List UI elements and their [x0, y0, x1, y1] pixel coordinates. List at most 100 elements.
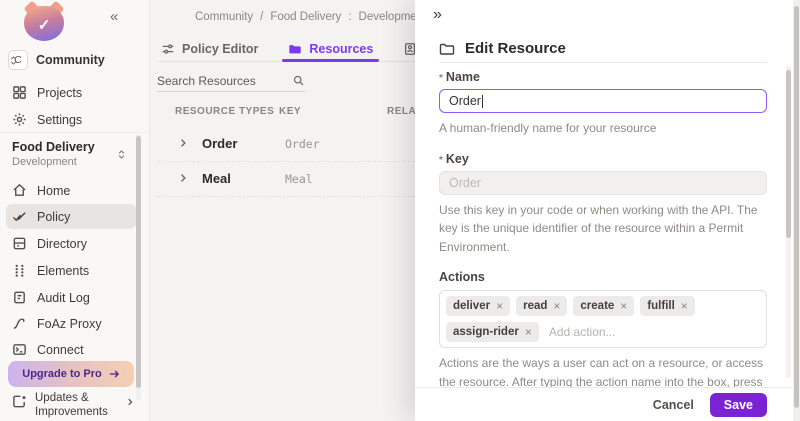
remove-tag-icon[interactable]: × — [496, 299, 503, 313]
upgrade-to-pro-button[interactable]: Upgrade to Pro — [8, 361, 134, 387]
sidebar-item-label: Connect — [37, 343, 84, 357]
home-icon — [12, 183, 27, 198]
sidebar-item-label: Settings — [37, 113, 82, 127]
search-resources-input[interactable]: Search Resources — [157, 70, 305, 92]
column-header-resource-types: RESOURCE TYPES — [175, 106, 274, 117]
sidebar-divider — [0, 132, 149, 133]
sidebar-collapse-icon[interactable]: « — [110, 8, 118, 25]
remove-tag-icon[interactable]: × — [553, 299, 560, 313]
tab-resources[interactable]: Resources — [286, 36, 375, 61]
upgrade-label: Upgrade to Pro — [22, 368, 101, 380]
sidebar-item-policy[interactable]: Policy — [6, 204, 136, 229]
text-cursor — [482, 95, 483, 108]
grid-icon — [12, 85, 27, 100]
tab-policy-editor[interactable]: Policy Editor — [159, 36, 260, 61]
sidebar-item-audit-log[interactable]: Audit Log — [6, 285, 136, 310]
action-chip-deliver: deliver× — [446, 296, 510, 316]
resource-key: Order — [285, 137, 320, 151]
action-chip-read: read× — [516, 296, 567, 316]
permit-logo-icon[interactable]: ✓ — [24, 6, 64, 41]
sliders-icon — [161, 42, 175, 56]
chevron-right-icon[interactable] — [177, 137, 189, 149]
folder-icon — [439, 41, 455, 57]
sidebar: ✓ « C Community Projects Settings Food D… — [0, 0, 150, 421]
project-selector[interactable]: Food Delivery Development — [12, 140, 132, 168]
add-action-placeholder: Add action... — [549, 325, 616, 339]
sidebar-item-elements[interactable]: Elements — [6, 258, 136, 283]
key-input: Order — [439, 171, 767, 195]
double-check-icon — [12, 209, 27, 224]
org-selector[interactable]: C Community — [8, 48, 136, 72]
resource-name: Meal — [202, 171, 231, 186]
updates-icon — [12, 394, 27, 409]
key-help-text: Use this key in your code or when workin… — [439, 201, 767, 257]
proxy-arrow-icon — [12, 316, 27, 331]
gear-icon — [12, 112, 27, 127]
edit-resource-drawer: » Edit Resource * Name Order A human-fri… — [415, 0, 793, 421]
sidebar-item-directory[interactable]: Directory — [6, 231, 136, 256]
sidebar-item-home[interactable]: Home — [6, 178, 136, 203]
drawer-body: * Name Order A human-friendly name for y… — [439, 70, 767, 421]
drawer-title-text: Edit Resource — [465, 40, 566, 57]
terminal-icon — [12, 342, 27, 357]
chevron-updown-icon — [8, 55, 19, 66]
app-window: ✓ « C Community Projects Settings Food D… — [0, 0, 800, 421]
required-asterisk: * — [439, 155, 443, 166]
project-environment: Development — [12, 156, 132, 168]
remove-tag-icon[interactable]: × — [525, 325, 532, 339]
drawer-divider — [439, 62, 767, 63]
sidebar-item-projects[interactable]: Projects — [6, 80, 136, 105]
search-icon — [292, 74, 305, 87]
tab-label: Resources — [309, 42, 373, 56]
drawer-collapse-icon[interactable]: » — [433, 6, 442, 24]
resource-name: Order — [202, 136, 237, 151]
sidebar-scrollbar-thumb[interactable] — [136, 136, 141, 388]
name-input-value: Order — [449, 94, 481, 108]
breadcrumb-project[interactable]: Food Delivery — [270, 11, 341, 23]
sidebar-item-label: Policy — [37, 210, 70, 224]
breadcrumb-org[interactable]: Community — [195, 11, 253, 23]
sidebar-item-updates[interactable]: Updates & Improvements — [6, 391, 138, 420]
journal-icon — [12, 290, 27, 305]
actions-tag-input[interactable]: deliver× read× create× fulfill× assign-r… — [439, 290, 767, 348]
arrow-right-icon — [108, 368, 120, 380]
sidebar-item-label: Elements — [37, 264, 89, 278]
key-input-value: Order — [449, 176, 481, 190]
breadcrumb-separator: / — [260, 11, 263, 23]
action-chip-fulfill: fulfill× — [640, 296, 694, 316]
sidebar-item-label: Audit Log — [37, 291, 90, 305]
name-input[interactable]: Order — [439, 89, 767, 113]
key-field-label: * Key — [439, 152, 767, 166]
drawer-scrollbar-thumb[interactable] — [786, 70, 791, 238]
drawer-footer: Cancel Save — [415, 387, 793, 421]
remove-tag-icon[interactable]: × — [681, 299, 688, 313]
page-scrollbar[interactable] — [793, 0, 800, 421]
directory-icon — [12, 236, 27, 251]
cancel-button[interactable]: Cancel — [653, 398, 694, 412]
tab-label: Policy Editor — [182, 42, 258, 56]
drawer-title: Edit Resource — [439, 40, 566, 57]
folder-icon — [288, 42, 302, 56]
action-chip-assign-rider: assign-rider× — [446, 322, 539, 342]
save-button[interactable]: Save — [710, 393, 767, 417]
required-asterisk: * — [439, 73, 443, 84]
sidebar-item-connect[interactable]: Connect — [6, 337, 136, 362]
org-name: Community — [36, 53, 136, 67]
remove-tag-icon[interactable]: × — [620, 299, 627, 313]
sidebar-item-label: Projects — [37, 86, 82, 100]
drawer-scrollbar[interactable] — [786, 66, 791, 378]
sidebar-item-foaz-proxy[interactable]: FoAz Proxy — [6, 311, 136, 336]
project-name: Food Delivery — [12, 140, 132, 154]
chevron-updown-icon[interactable] — [116, 149, 127, 160]
breadcrumb-separator: : — [348, 11, 351, 23]
actions-field-label: Actions — [439, 270, 767, 284]
sidebar-item-label: Directory — [37, 237, 87, 251]
action-chip-create: create× — [573, 296, 634, 316]
page-scrollbar-thumb[interactable] — [794, 6, 799, 408]
sidebar-scrollbar[interactable] — [136, 134, 141, 400]
chevron-right-icon[interactable] — [177, 172, 189, 184]
search-placeholder: Search Resources — [157, 74, 292, 88]
name-help-text: A human-friendly name for your resource — [439, 119, 767, 138]
sidebar-item-settings[interactable]: Settings — [6, 107, 136, 132]
sidebar-item-label: Updates & Improvements — [35, 391, 117, 420]
